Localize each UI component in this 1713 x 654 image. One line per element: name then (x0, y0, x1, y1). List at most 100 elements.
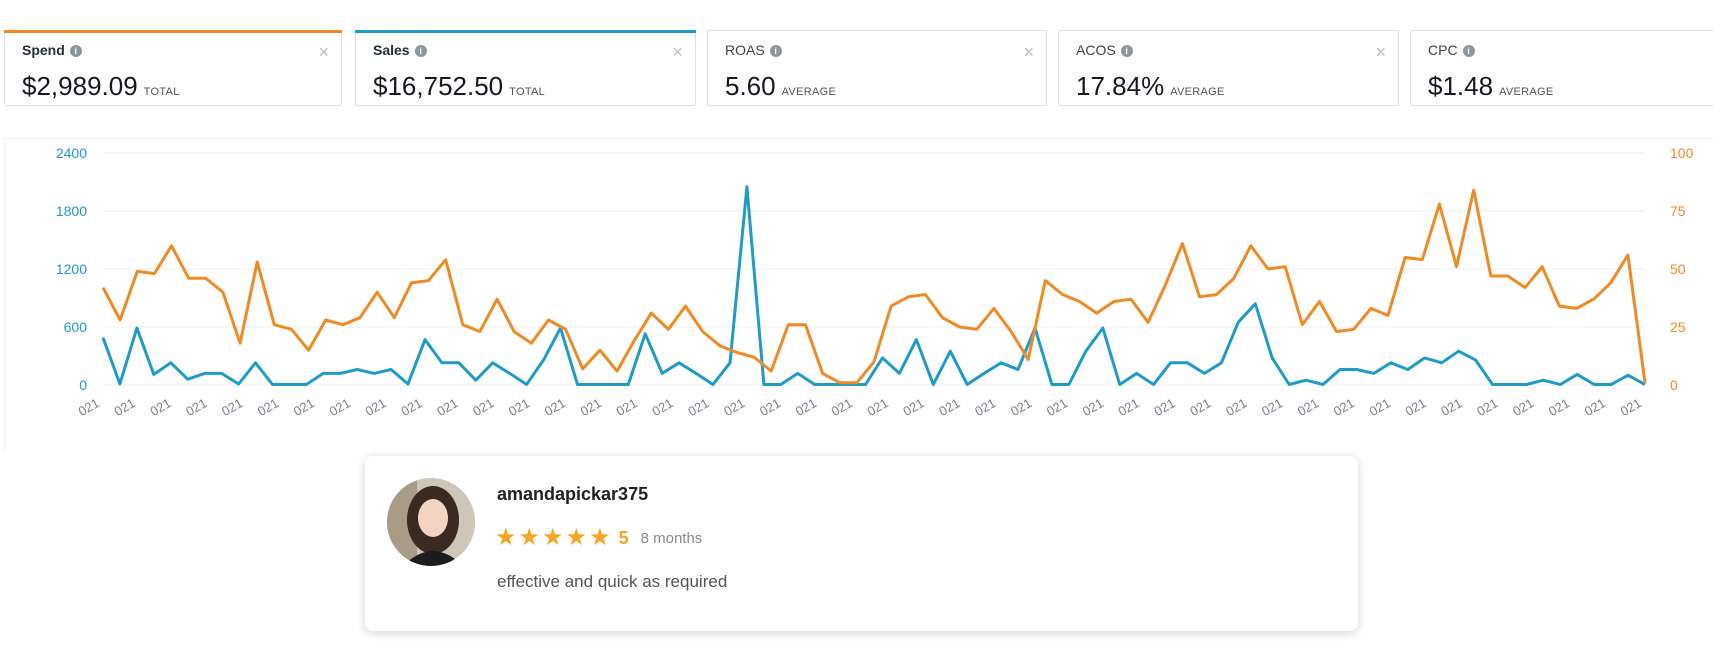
x-tick-label: 021 (219, 395, 245, 419)
metric-card-roas[interactable]: ROAS i × 5.60 AVERAGE (707, 30, 1047, 106)
x-tick-label: 021 (865, 395, 891, 419)
star-icon: ★ (518, 524, 541, 551)
x-tick-label: 021 (255, 395, 281, 419)
metric-card-spend[interactable]: Spend i × $2,989.09 TOTAL (4, 30, 342, 106)
metric-card-cpc[interactable]: CPC i $1.48 AVERAGE (1410, 30, 1713, 106)
x-tick-label: 021 (936, 395, 962, 419)
metric-title: Sales (373, 42, 410, 58)
y-left-tick-label: 2400 (56, 145, 87, 161)
close-icon[interactable]: × (1023, 43, 1034, 61)
acos-series-line (101, 188, 1647, 385)
x-tick-label: 021 (506, 395, 532, 419)
sales-series-line (101, 185, 1646, 386)
x-tick-label: 021 (1438, 395, 1464, 419)
rating-value: 5 (618, 527, 629, 548)
x-tick-label: 021 (1080, 395, 1106, 419)
x-tick-label: 021 (1331, 395, 1357, 419)
metrics-bar: Spend i × $2,989.09 TOTAL Sales i × $16,752… (4, 30, 1713, 108)
y-left-tick-label: 0 (79, 377, 87, 393)
x-tick-label: 021 (793, 395, 819, 419)
line-chart-svg: 0 0 600 25 1200 50 1800 75 2400 100 021 021 021 021 02… (56, 145, 1694, 419)
metric-value: 5.60 (725, 71, 776, 101)
metric-suffix: AVERAGE (1170, 86, 1225, 98)
info-icon[interactable]: i (69, 45, 82, 57)
x-tick-label: 021 (291, 395, 317, 419)
x-tick-label: 021 (1546, 395, 1572, 419)
star-icon: ★ (589, 524, 611, 551)
x-tick-label: 021 (1223, 395, 1249, 419)
avatar[interactable] (387, 478, 475, 566)
info-icon[interactable]: i (769, 45, 782, 57)
y-right-tick-label: 100 (1670, 145, 1694, 161)
x-tick-label: 021 (1510, 395, 1536, 419)
x-tick-label: 021 (721, 395, 747, 419)
avatar-image (387, 478, 475, 566)
metric-accent-bar (4, 30, 342, 33)
metric-value: $16,752.50 (373, 71, 504, 101)
x-tick-label: 021 (1187, 395, 1213, 419)
metric-title: ACOS (1076, 42, 1116, 58)
x-tick-label: 021 (542, 395, 568, 419)
y-right-tick-label: 25 (1670, 319, 1686, 335)
metric-suffix: TOTAL (509, 86, 546, 98)
y-right-tick-label: 75 (1670, 203, 1686, 219)
x-tick-label: 021 (1259, 395, 1285, 419)
x-tick-label: 021 (1367, 395, 1393, 419)
x-tick-label: 021 (1295, 395, 1321, 419)
close-icon[interactable]: × (1375, 43, 1386, 61)
x-tick-label: 021 (1618, 395, 1644, 419)
x-tick-label: 021 (1474, 395, 1500, 419)
close-icon[interactable]: × (672, 43, 683, 61)
x-tick-label: 021 (147, 395, 173, 419)
star-icon: ★ (542, 524, 564, 551)
metric-title: CPC (1428, 42, 1458, 58)
y-right-tick-label: 0 (1670, 377, 1678, 393)
metric-title: ROAS (725, 42, 765, 58)
review-time: 8 months (640, 529, 703, 547)
x-tick-label: 021 (183, 395, 209, 419)
metric-title: Spend (22, 42, 65, 58)
x-tick-label: 021 (327, 395, 353, 419)
info-icon[interactable]: i (414, 45, 427, 57)
metric-suffix: AVERAGE (1499, 86, 1554, 98)
x-tick-label: 021 (685, 395, 711, 419)
y-left-tick-label: 1800 (56, 203, 87, 219)
x-tick-label: 021 (1151, 395, 1177, 419)
close-icon[interactable]: × (318, 43, 329, 61)
metric-accent-bar (355, 30, 696, 33)
x-tick-label: 021 (614, 395, 640, 419)
star-icon: ★ (495, 524, 517, 551)
x-tick-label: 021 (757, 395, 783, 419)
x-tick-label: 021 (111, 395, 137, 419)
metric-value: $1.48 (1428, 71, 1494, 101)
x-tick-label: 021 (1402, 395, 1428, 419)
metric-suffix: AVERAGE (781, 86, 837, 98)
x-tick-label: 021 (470, 395, 496, 419)
metric-card-acos[interactable]: ACOS i × 17.84% AVERAGE (1058, 30, 1399, 106)
x-tick-label: 021 (972, 395, 998, 419)
x-tick-label: 021 (434, 395, 460, 419)
x-tick-label: 021 (1008, 395, 1034, 419)
x-tick-label: 021 (578, 395, 604, 419)
y-right-tick-label: 50 (1670, 261, 1686, 277)
metric-value: 17.84% (1076, 71, 1165, 101)
x-tick-label: 021 (1116, 395, 1142, 419)
x-tick-label: 021 (900, 395, 926, 419)
rating-stars: ★ ★ ★ ★ ★ 5 8 months (495, 526, 702, 550)
y-left-tick-label: 600 (64, 319, 88, 335)
metric-card-sales[interactable]: Sales i × $16,752.50 TOTAL (355, 30, 696, 106)
x-tick-label: 021 (1582, 395, 1608, 419)
x-tick-label: 021 (1044, 395, 1070, 419)
metric-value: $2,989.09 (22, 71, 138, 101)
review-card: amandapickar375 ★ ★ ★ ★ ★ 5 8 months eff… (365, 456, 1358, 631)
performance-chart: 0 0 600 25 1200 50 1800 75 2400 100 021 021 021 021 02… (4, 138, 1713, 451)
x-tick-label: 021 (829, 395, 855, 419)
y-left-tick-label: 1200 (56, 261, 87, 277)
info-icon[interactable]: i (1120, 45, 1133, 57)
reviewer-username[interactable]: amandapickar375 (497, 484, 648, 505)
review-comment: effective and quick as required (497, 572, 728, 591)
x-tick-label: 021 (649, 395, 675, 419)
metric-suffix: TOTAL (143, 86, 180, 98)
x-tick-label: 021 (398, 395, 424, 419)
info-icon[interactable]: i (1462, 45, 1475, 57)
